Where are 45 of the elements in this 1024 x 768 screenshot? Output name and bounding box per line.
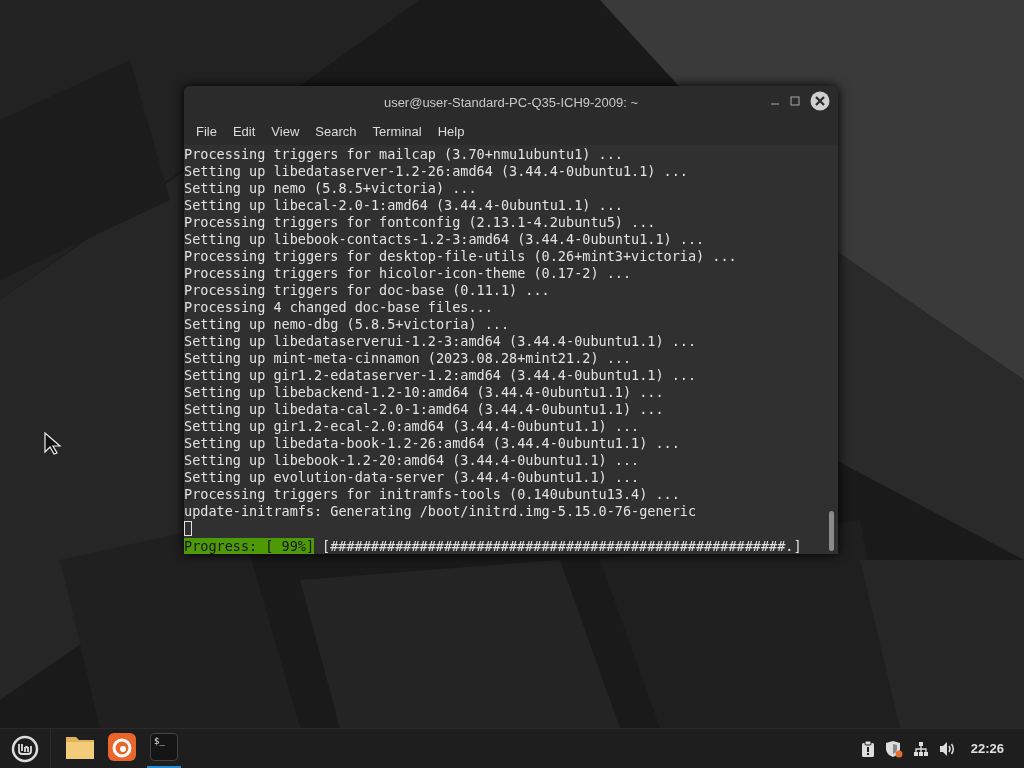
volume-icon[interactable] <box>938 740 957 757</box>
window-title: user@user-Standard-PC-Q35-ICH9-2009: ~ <box>383 94 639 110</box>
terminal-line: Setting up mint-meta-cinnamon (2023.08.28+mint21.2) ... <box>184 350 633 367</box>
terminal-line: Setting up libecal-2.0-1:amd64 (3.44.4-0ubuntu1.1) ... <box>184 197 624 214</box>
menu-icon[interactable] <box>11 734 39 763</box>
progress-bar-text: [########################################################.] <box>322 538 802 554</box>
menu-item[interactable]: Terminal <box>364 122 430 141</box>
terminal-line: Processing triggers for doc-base (0.11.1) ... <box>184 282 551 299</box>
terminal-line: Processing 4 changed doc-base files... <box>184 299 494 316</box>
scrollbar-thumb[interactable] <box>829 511 834 551</box>
terminal-line: Setting up libedata-book-1.2-26:amd64 (3.44.4-0ubuntu1.1) ... <box>184 435 681 452</box>
terminal-line: Setting up nemo (5.8.5+victoria) ... <box>184 180 478 197</box>
terminal-line: Processing triggers for hicolor-icon-theme (0.17-2) ... <box>184 265 633 282</box>
folder-icon[interactable] <box>65 734 95 760</box>
progress-label: Progress: [ 99%] <box>184 538 315 554</box>
terminal-icon[interactable]: $_ <box>150 733 178 761</box>
menu-item[interactable]: File <box>188 122 225 141</box>
terminal-line: Setting up libedataserver-1.2-26:amd64 (3.44.4-0ubuntu1.1) ... <box>184 163 689 180</box>
maximize-icon[interactable] <box>790 96 800 106</box>
clipboard-icon[interactable] <box>860 740 875 757</box>
terminal-line: Setting up gir1.2-edataserver-1.2:amd64 (3.44.4-0ubuntu1.1) ... <box>184 367 698 384</box>
text-cursor <box>184 521 192 536</box>
terminal-line: Processing triggers for mailcap (3.70+nmu1ubuntu1) ... <box>184 146 624 163</box>
shield-icon[interactable] <box>884 739 903 758</box>
menu-item[interactable]: Edit <box>224 122 264 141</box>
menu-item[interactable]: Help <box>429 122 473 141</box>
network-icon[interactable] <box>912 740 929 757</box>
terminal-line: Setting up libebook-contacts-1.2-3:amd64 (3.44.4-0ubuntu1.1) ... <box>184 231 706 248</box>
terminal-line: Processing triggers for fontconfig (2.13.1-4.2ubuntu5) ... <box>184 214 657 231</box>
close-icon[interactable] <box>810 91 830 111</box>
terminal-line: Setting up libebook-1.2-20:amd64 (3.44.4-0ubuntu1.1) ... <box>184 452 641 469</box>
terminal-line: Setting up libedata-cal-2.0-1:amd64 (3.44.4-0ubuntu1.1) ... <box>184 401 665 418</box>
terminal-line: Processing triggers for initramfs-tools (0.140ubuntu13.4) ... <box>184 486 681 503</box>
terminal-line: Setting up libedataserverui-1.2-3:amd64 (3.44.4-0ubuntu1.1) ... <box>184 333 698 350</box>
browser-icon[interactable] <box>108 733 136 761</box>
menu-item[interactable]: View <box>263 122 308 141</box>
mouse-pointer-icon <box>44 432 62 456</box>
terminal-line: Setting up evolution-data-server (3.44.4-0ubuntu1.1) ... <box>184 469 641 486</box>
terminal-line: Setting up libebackend-1.2-10:amd64 (3.44.4-0ubuntu1.1) ... <box>184 384 665 401</box>
clock: 22:26 <box>970 741 1004 756</box>
terminal-line: Setting up gir1.2-ecal-2.0:amd64 (3.44.4-0ubuntu1.1) ... <box>184 418 641 435</box>
terminal-line: update-initramfs: Generating /boot/initrd.img-5.15.0-76-generic <box>184 503 698 520</box>
menu-item[interactable]: Search <box>307 122 365 141</box>
terminal-line: Setting up nemo-dbg (5.8.5+victoria) ... <box>184 316 511 333</box>
terminal-line: Processing triggers for desktop-file-utils (0.26+mint3+victoria) ... <box>184 248 738 265</box>
